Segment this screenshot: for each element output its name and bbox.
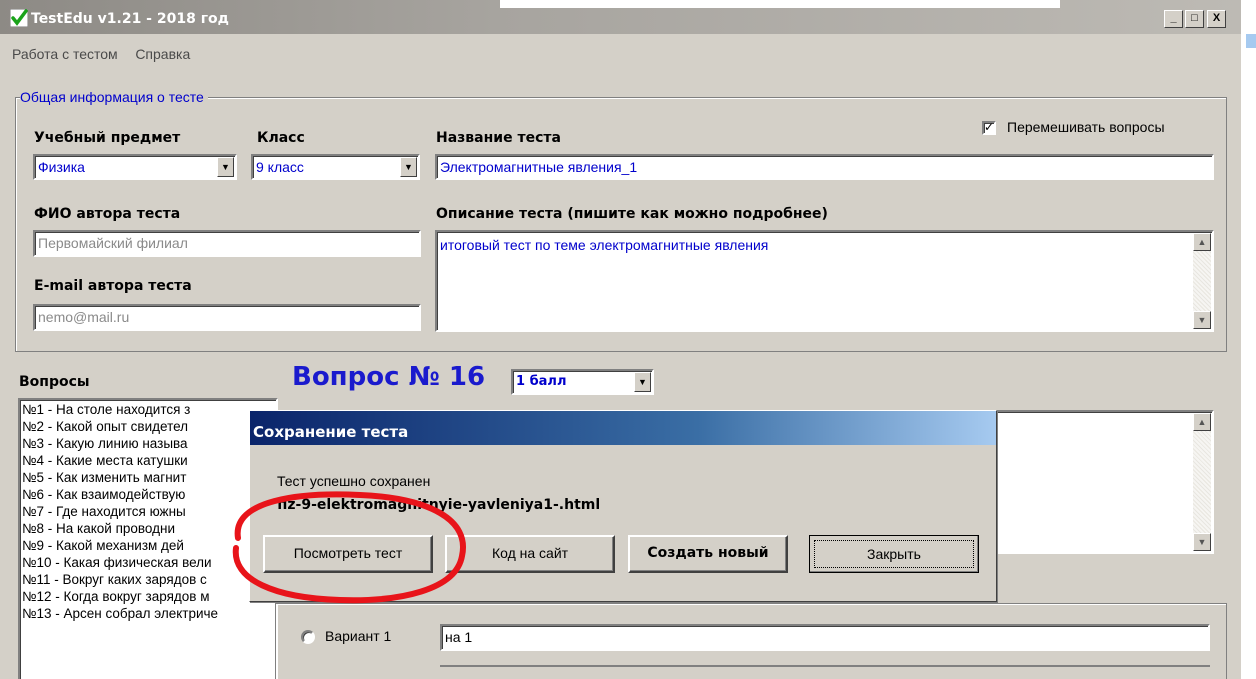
dialog-title: Сохранение теста xyxy=(253,423,409,441)
description-scrollbar[interactable]: ▲ ▼ xyxy=(1193,233,1211,329)
answer-input-next[interactable] xyxy=(440,665,1210,679)
close-dialog-label: Закрыть xyxy=(814,540,974,568)
minimize-button[interactable]: _ xyxy=(1164,10,1183,28)
answer-radio[interactable] xyxy=(301,630,315,644)
list-item[interactable]: №13 - Арсен собрал электриче xyxy=(22,606,218,622)
answer-input[interactable]: на 1 xyxy=(440,624,1210,651)
subject-label: Учебный предмет xyxy=(34,130,181,146)
points-select[interactable]: 1 балл ▼ xyxy=(511,369,654,395)
view-test-button[interactable]: Посмотреть тест xyxy=(263,535,433,573)
scroll-down-icon[interactable]: ▼ xyxy=(1193,311,1211,329)
test-name-label: Название теста xyxy=(436,130,561,146)
title-bar[interactable]: TestEdu v1.21 - 2018 год _ □ X xyxy=(0,0,1241,34)
description-textarea[interactable]: итоговый тест по теме электромагнитные я… xyxy=(435,230,1214,332)
description-text: итоговый тест по теме электромагнитные я… xyxy=(440,237,769,253)
chevron-down-icon[interactable]: ▼ xyxy=(400,157,417,177)
scroll-up-icon[interactable]: ▲ xyxy=(1193,233,1211,251)
question-textarea[interactable]: ▲ ▼ xyxy=(994,410,1214,554)
menu-test[interactable]: Работа с тестом xyxy=(12,46,118,62)
list-item[interactable]: №11 - Вокруг каких зарядов с xyxy=(22,572,207,588)
questions-label: Вопросы xyxy=(19,374,90,390)
close-window-button[interactable]: X xyxy=(1207,10,1226,28)
create-new-button[interactable]: Создать новый xyxy=(628,535,788,573)
site-code-button[interactable]: Код на сайт xyxy=(445,535,615,573)
dialog-filename: fiz-9-elektromagnitnyie-yavleniya1-.html xyxy=(277,497,601,513)
menu-bar: Работа с тестом Справка xyxy=(0,46,192,68)
question-scrollbar[interactable]: ▲ ▼ xyxy=(1193,413,1211,551)
list-item[interactable]: №2 - Какой опыт свидетел xyxy=(22,419,188,435)
email-input[interactable]: nemo@mail.ru xyxy=(33,304,421,331)
application-window: TestEdu v1.21 - 2018 год _ □ X Работа с … xyxy=(0,0,1241,679)
author-input[interactable]: Первомайский филиал xyxy=(33,230,421,257)
test-name-input[interactable]: Электромагнитные явления_1 xyxy=(435,154,1214,180)
list-item[interactable]: №6 - Как взаимодействую xyxy=(22,487,185,503)
subject-value: Физика xyxy=(38,159,85,175)
shuffle-label: Перемешивать вопросы xyxy=(1007,119,1165,135)
chevron-down-icon[interactable]: ▼ xyxy=(217,157,234,177)
list-item[interactable]: №12 - Когда вокруг зарядов м xyxy=(22,589,210,605)
list-item[interactable]: №1 - На столе находится з xyxy=(22,402,190,418)
general-info-legend: Общая информация о тесте xyxy=(20,89,208,105)
green-check-icon xyxy=(10,9,28,27)
shuffle-checkbox[interactable]: ✓ xyxy=(982,121,996,135)
close-dialog-button[interactable]: Закрыть xyxy=(809,535,979,573)
email-label: E-mail автора теста xyxy=(34,278,192,294)
scroll-down-icon[interactable]: ▼ xyxy=(1193,533,1211,551)
desktop-edge xyxy=(1241,0,1256,679)
list-item[interactable]: №8 - На какой проводни xyxy=(22,521,175,537)
subject-select[interactable]: Физика ▼ xyxy=(33,154,237,180)
chevron-down-icon[interactable]: ▼ xyxy=(634,372,651,392)
window-title: TestEdu v1.21 - 2018 год xyxy=(31,11,229,27)
points-value: 1 балл xyxy=(516,374,567,389)
grade-select[interactable]: 9 класс ▼ xyxy=(251,154,420,180)
grade-label: Класс xyxy=(257,130,305,146)
list-item[interactable]: №3 - Какую линию называ xyxy=(22,436,188,452)
list-item[interactable]: №10 - Какая физическая вели xyxy=(22,555,212,571)
grade-value: 9 класс xyxy=(256,159,304,175)
save-dialog: Сохранение теста Тест успешно сохранен f… xyxy=(249,410,997,602)
scroll-up-icon[interactable]: ▲ xyxy=(1193,413,1211,431)
list-item[interactable]: №5 - Как изменить магнит xyxy=(22,470,186,486)
dialog-title-bar[interactable]: Сохранение теста xyxy=(250,411,996,445)
list-item[interactable]: №7 - Где находится южны xyxy=(22,504,186,520)
author-label: ФИО автора теста xyxy=(34,206,181,222)
dialog-message: Тест успешно сохранен xyxy=(277,473,431,489)
list-item[interactable]: №9 - Какой механизм дей xyxy=(22,538,184,554)
description-label: Описание теста (пишите как можно подробн… xyxy=(436,206,828,222)
answer-label: Вариант 1 xyxy=(325,628,392,644)
menu-help[interactable]: Справка xyxy=(135,46,190,62)
maximize-button[interactable]: □ xyxy=(1185,10,1204,28)
question-title: Вопрос № 16 xyxy=(292,362,486,392)
list-item[interactable]: №4 - Какие места катушки xyxy=(22,453,188,469)
questions-list[interactable]: №1 - На столе находится з №2 - Какой опы… xyxy=(18,398,278,679)
